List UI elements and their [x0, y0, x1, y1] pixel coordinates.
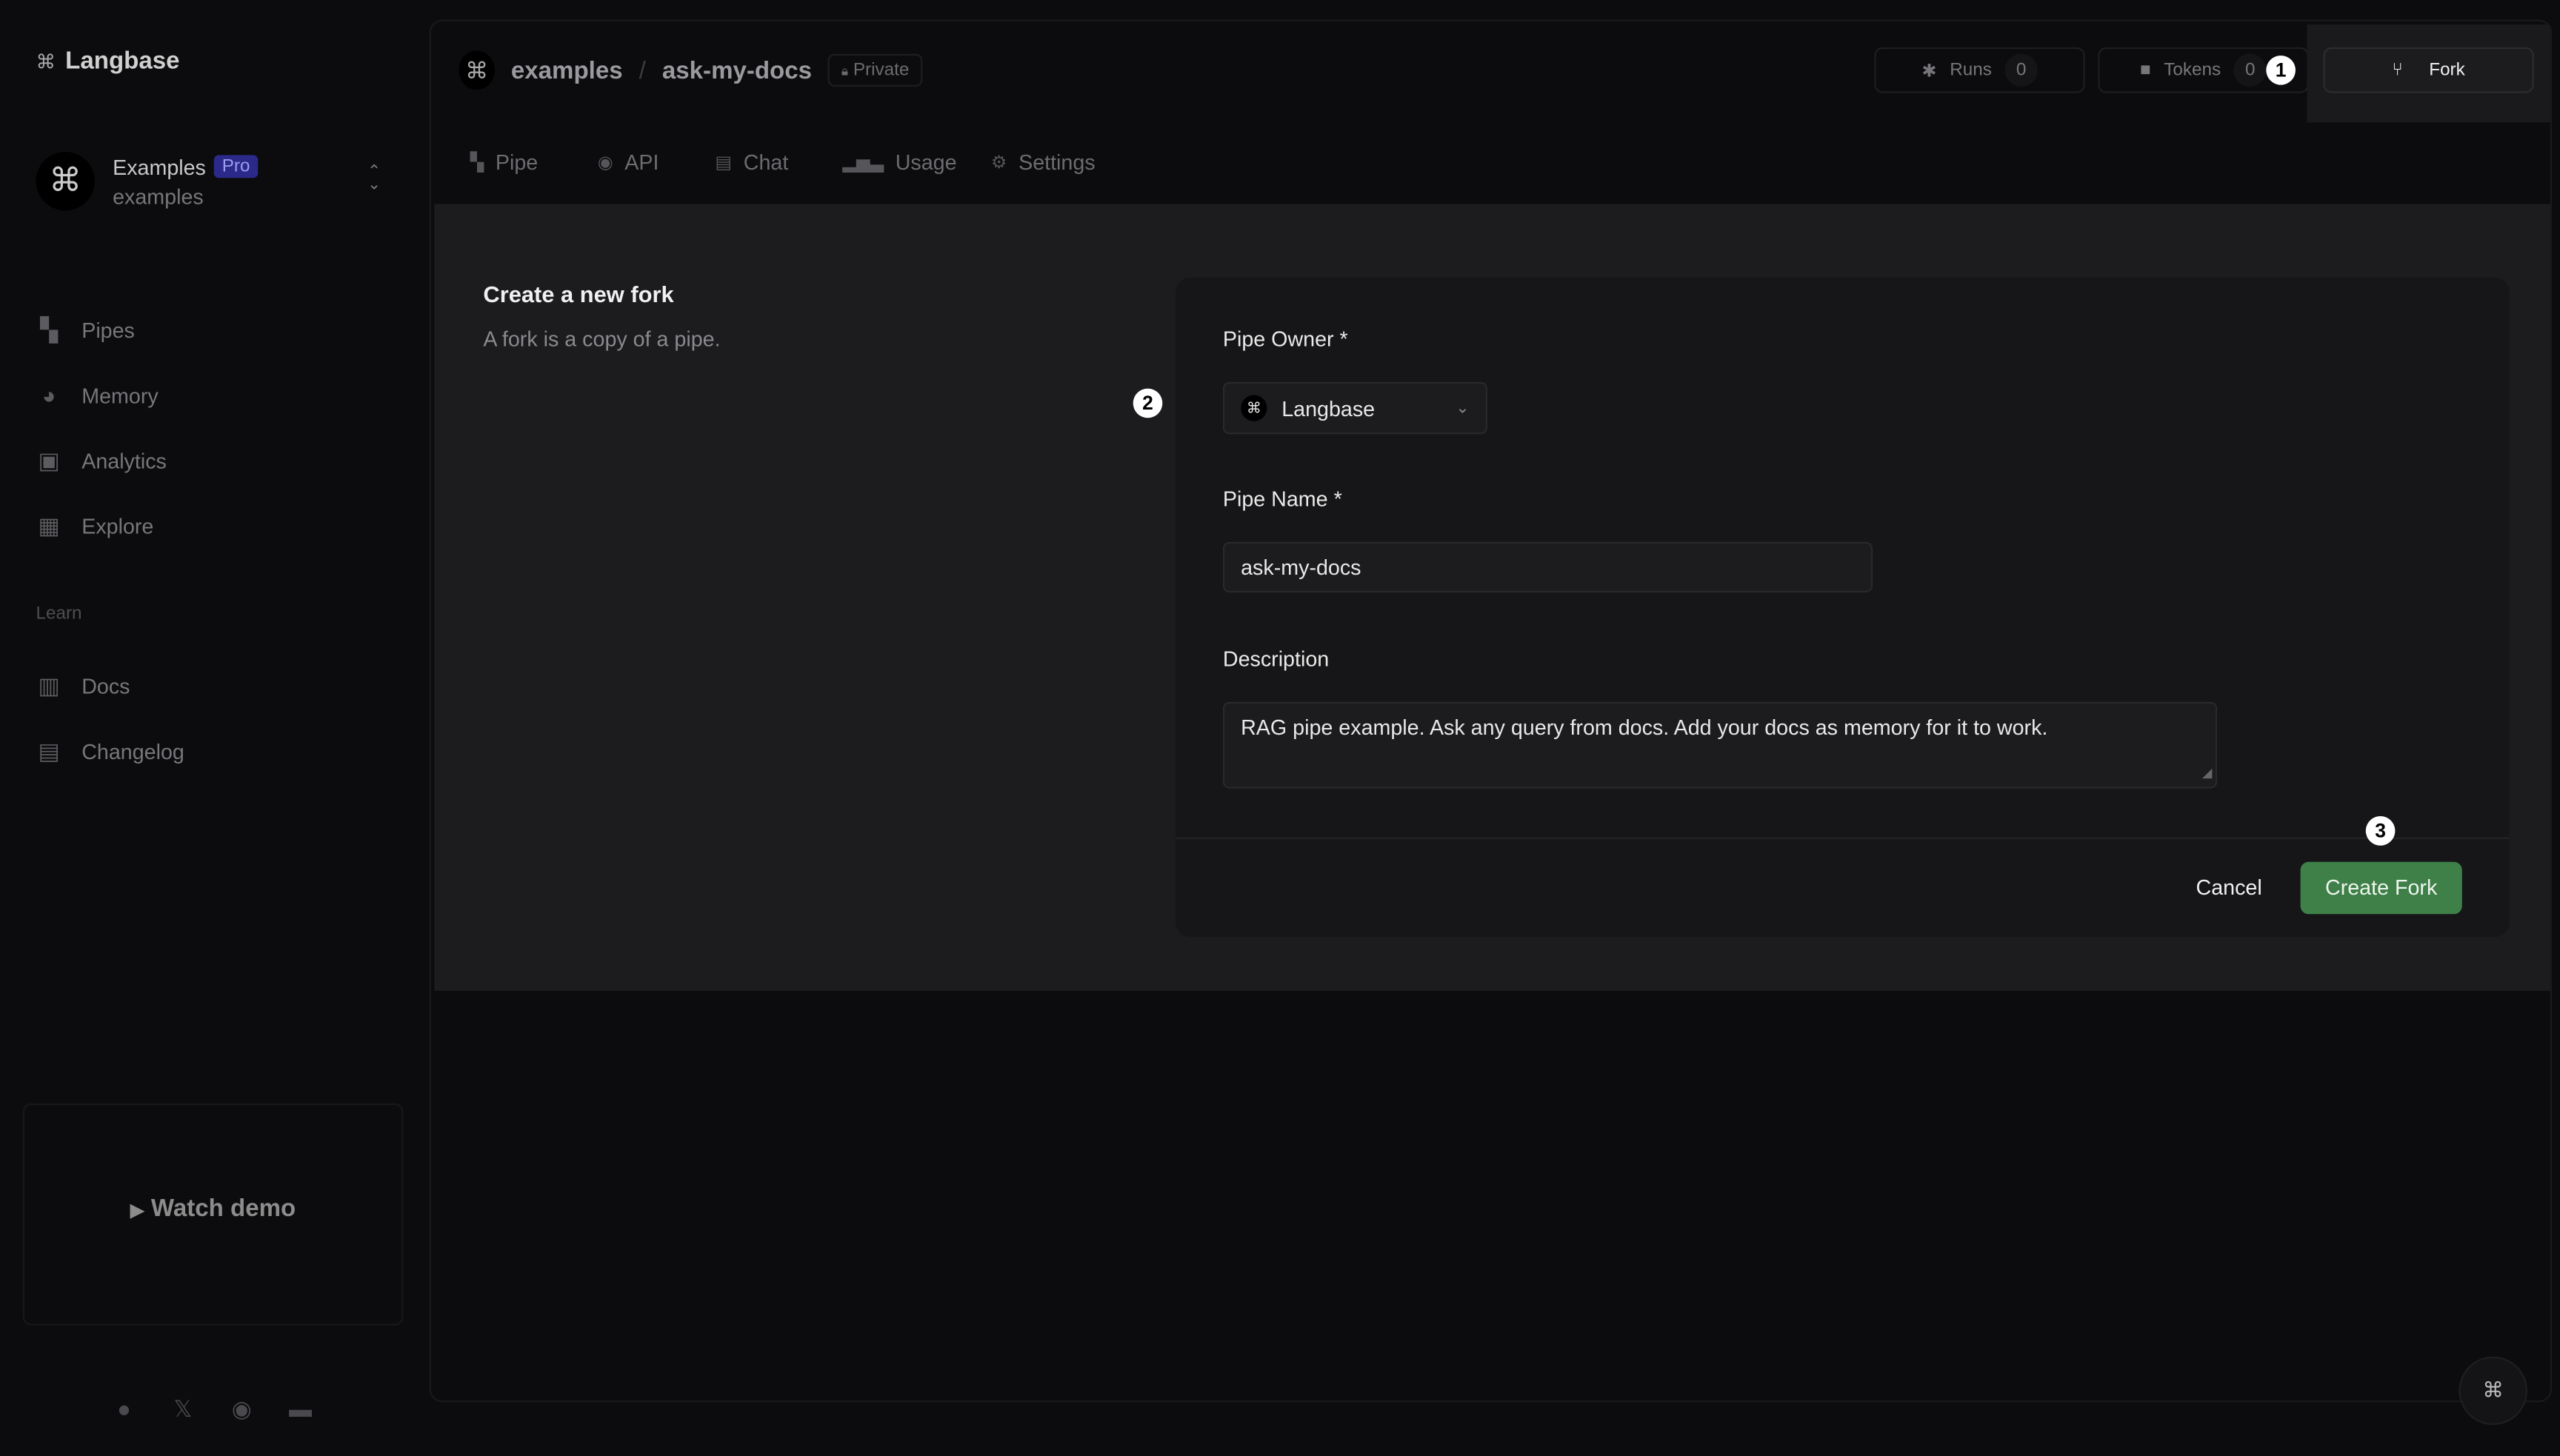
command-icon: ⌘ — [36, 50, 56, 73]
tokens-icon: ■ — [2139, 60, 2151, 81]
section-title: Create a new fork — [483, 281, 674, 307]
changelog-icon: ▤ — [38, 738, 60, 764]
sidebar: ⌘ Langbase ⌘ Examples Pro examples ⌃ ⌄ ▚ P… — [0, 0, 427, 1456]
app-root: ⌘ Langbase ⌘ Examples Pro examples ⌃ ⌄ ▚ P… — [0, 0, 2560, 1456]
runs-count: 0 — [2004, 53, 2038, 87]
github-icon[interactable]: ● — [107, 1396, 140, 1423]
fork-icon: ⑂ — [2392, 60, 2403, 81]
tokens-count: 0 — [2233, 53, 2267, 87]
api-icon: ◉ — [597, 153, 613, 173]
name-label: Pipe Name * — [1222, 486, 1342, 511]
book-icon: ▥ — [38, 672, 60, 699]
x-icon[interactable]: 𝕏 — [167, 1396, 199, 1423]
langbase-avatar: ⌘ — [1241, 395, 1267, 421]
pipe-icon: ▚ — [470, 153, 484, 173]
analytics-icon: ▣ — [38, 447, 60, 474]
tokens-label: Tokens — [2164, 60, 2221, 81]
resize-handle-icon[interactable]: ◢ — [2202, 761, 2213, 787]
runs-button[interactable]: ✱ Runs 0 — [1874, 47, 2085, 93]
tab-label: Chat — [743, 150, 789, 175]
workspace-switcher[interactable]: ⌘ Examples Pro examples ⌃ ⌄ — [36, 151, 395, 214]
description-label: Description — [1222, 646, 1330, 671]
owner-value: Langbase — [1281, 395, 1376, 421]
lock-icon: 🔒︎ — [841, 63, 849, 79]
breadcrumb-pipe[interactable]: ask-my-docs — [662, 56, 812, 84]
owner-select[interactable]: ⌘ Langbase ⌄ — [1222, 381, 1487, 435]
video-icon: ▶ — [130, 1201, 144, 1221]
tab-label: API — [624, 150, 659, 175]
tab-api[interactable]: ◉ API — [598, 150, 659, 175]
command-menu-button[interactable]: ⌘ — [2459, 1356, 2527, 1426]
sidebar-item-analytics[interactable]: ▣ Analytics — [36, 447, 167, 474]
tab-label: Pipe — [495, 150, 539, 175]
step-marker-3: 3 — [2365, 816, 2396, 846]
sidebar-item-docs[interactable]: ▥ Docs — [36, 672, 130, 698]
tab-label: Usage — [895, 150, 957, 175]
visibility-label: Private — [853, 60, 910, 81]
sidebar-item-label: Analytics — [81, 448, 167, 473]
breadcrumb: ⌘ examples / ask-my-docs 🔒︎ Private — [459, 50, 923, 90]
visibility-badge: 🔒︎ Private — [828, 53, 923, 87]
workspace-slug: examples — [113, 184, 204, 210]
sidebar-item-memory[interactable]: ◕ Memory — [36, 381, 159, 409]
learn-heading: Learn — [36, 604, 82, 624]
owner-avatar: ⌘ — [459, 50, 495, 90]
description-textarea[interactable]: RAG pipe example. Ask any query from doc… — [1222, 701, 2218, 789]
explore-icon: ▦ — [38, 512, 60, 539]
tab-settings[interactable]: ⚙ Settings — [991, 150, 1096, 175]
create-fork-button[interactable]: Create Fork — [2300, 861, 2462, 915]
sidebar-item-label: Explore — [81, 513, 154, 538]
social-links: ● 𝕏 ◉ ▬ — [107, 1396, 316, 1423]
watch-demo-label: Watch demo — [150, 1195, 296, 1223]
pro-badge: Pro — [213, 155, 259, 178]
step-marker-1: 1 — [2266, 55, 2296, 85]
command-icon: ⌘ — [2482, 1377, 2504, 1403]
memory-icon: ◕ — [41, 381, 56, 409]
fork-label: Fork — [2429, 60, 2465, 81]
tab-chat[interactable]: ▤ Chat — [715, 150, 788, 175]
fork-button[interactable]: ⑂ Fork — [2323, 47, 2534, 93]
gear-icon: ⚙ — [990, 153, 1007, 173]
section-subtitle: A fork is a copy of a pipe. — [483, 326, 721, 351]
discord-icon[interactable]: ◉ — [225, 1396, 258, 1423]
description-value: RAG pipe example. Ask any query from doc… — [1241, 715, 2048, 740]
breadcrumb-owner[interactable]: examples — [511, 56, 623, 84]
sidebar-item-explore[interactable]: ▦ Explore — [36, 512, 154, 539]
form-divider — [1175, 837, 2510, 839]
browser-icon[interactable]: ▬ — [284, 1396, 317, 1423]
sidebar-item-label: Changelog — [81, 738, 184, 764]
sidebar-item-label: Memory — [81, 382, 159, 407]
workspace-avatar: ⌘ — [36, 151, 95, 211]
brand-name: Langbase — [65, 47, 180, 76]
pipe-name-input[interactable]: ask-my-docs — [1222, 541, 1873, 593]
usage-icon: ▂▅▃ — [842, 153, 884, 173]
tab-usage[interactable]: ▂▅▃ Usage — [842, 150, 956, 175]
runs-label: Runs — [1950, 60, 1992, 81]
chevron-down-icon: ⌄ — [1456, 398, 1470, 418]
chevron-up-down-icon: ⌃ ⌄ — [367, 163, 381, 195]
cancel-button[interactable]: Cancel — [2196, 875, 2262, 899]
sidebar-item-changelog[interactable]: ▤ Changelog — [36, 738, 184, 764]
pipe-icon: ▚ — [40, 316, 59, 343]
sidebar-item-pipes[interactable]: ▚ Pipes — [36, 316, 135, 343]
workspace-name: Examples — [113, 155, 206, 180]
chat-icon: ▤ — [715, 153, 733, 173]
tab-pipe[interactable]: ▚ Pipe — [470, 150, 538, 175]
pipe-name-value: ask-my-docs — [1241, 555, 1361, 580]
create-fork-label: Create Fork — [2325, 875, 2438, 900]
runs-icon: ✱ — [1921, 61, 1937, 81]
sidebar-item-label: Docs — [81, 673, 130, 698]
step-marker-2: 2 — [1133, 388, 1163, 418]
owner-label: Pipe Owner * — [1222, 326, 1348, 351]
watch-demo-button[interactable]: ▶ Watch demo — [24, 1195, 401, 1222]
watch-demo-card[interactable]: ▶ Watch demo — [22, 1103, 404, 1326]
tab-label: Settings — [1019, 150, 1096, 175]
sidebar-item-label: Pipes — [81, 317, 135, 342]
breadcrumb-separator: / — [639, 56, 646, 84]
brand-logo[interactable]: ⌘ Langbase — [36, 47, 179, 75]
